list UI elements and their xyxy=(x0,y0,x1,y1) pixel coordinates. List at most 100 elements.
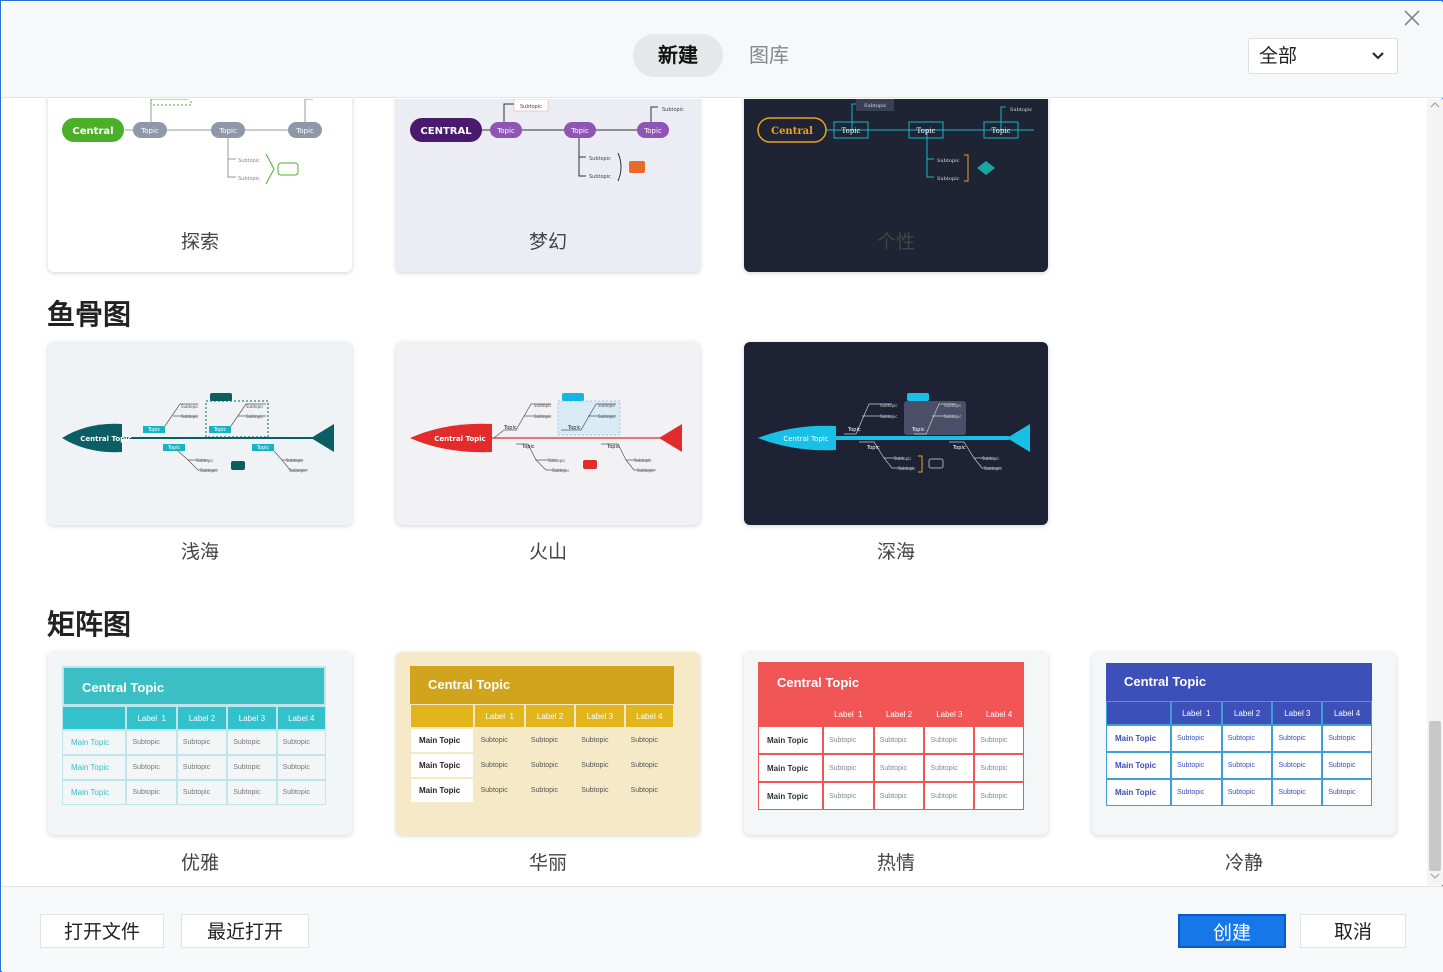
matrix-cell: Subtopic xyxy=(1272,752,1323,779)
matrix-cell: Subtopic xyxy=(176,755,228,780)
matrix-row-topic: Main Topic xyxy=(62,780,127,805)
matrix-central-topic: Central Topic xyxy=(62,666,326,706)
matrix-cell: Subtopic xyxy=(924,754,975,782)
template-label-calm: 冷静 xyxy=(1224,852,1263,874)
category-filter-value: 全部 xyxy=(1259,45,1298,67)
template-label-elegant: 优雅 xyxy=(180,852,219,874)
matrix-cell: Subtopic xyxy=(822,782,874,810)
matrix-cell: Subtopic xyxy=(624,778,674,803)
template-card-shallow-sea[interactable]: Central Topic Topic Topic Topic Topic Su… xyxy=(48,342,352,525)
matrix-corner-cell xyxy=(62,706,127,730)
matrix-cell: Subtopic xyxy=(974,782,1024,810)
scrollbar-thumb[interactable] xyxy=(1429,721,1441,871)
template-label-personal: 个性 xyxy=(876,231,915,253)
svg-text:Subtopic: Subtopic xyxy=(548,458,565,463)
cancel-button[interactable]: 取消 xyxy=(1300,914,1406,948)
svg-text:Subtopic: Subtopic xyxy=(552,468,569,473)
template-card-gorgeous[interactable]: Central Topic Label 1 Label 2 Label 3 Label … xyxy=(396,652,700,835)
svg-text:Subtopic: Subtopic xyxy=(181,414,198,419)
category-filter-select[interactable]: 全部 xyxy=(1248,38,1398,74)
scroll-up-icon[interactable] xyxy=(1430,101,1440,112)
matrix-column-label: Label 1 xyxy=(126,706,177,730)
template-label-dream: 梦幻 xyxy=(528,231,567,253)
dialog-header: 新建 图库 全部 xyxy=(2,2,1443,98)
svg-text:Subtopic: Subtopic xyxy=(1010,107,1033,113)
template-card-volcano[interactable]: Central Topic Topic Topic Topic Topic Su… xyxy=(396,342,700,525)
svg-text:Topic: Topic xyxy=(847,427,861,433)
matrix-cell: Subtopic xyxy=(575,778,625,803)
template-gallery: Central Topic Topic Topic Subtopic Subto… xyxy=(2,99,1426,885)
matrix-row-topic: Main Topic xyxy=(410,728,475,753)
matrix-column-label: Label 2 xyxy=(873,702,925,726)
matrix-column-label: Label 4 xyxy=(974,702,1024,726)
recent-files-button[interactable]: 最近打开 xyxy=(181,914,309,948)
matrix-cell: Subtopic xyxy=(227,730,277,755)
matrix-cell: Subtopic xyxy=(474,728,525,753)
tab-new[interactable]: 新建 xyxy=(633,34,723,77)
svg-text:Subtopic: Subtopic xyxy=(200,468,217,473)
matrix-corner-cell xyxy=(410,704,475,728)
matrix-row-topic: Main Topic xyxy=(1106,725,1171,752)
svg-text:Subtopic: Subtopic xyxy=(944,414,961,419)
scroll-down-icon[interactable] xyxy=(1430,872,1440,883)
svg-text:Topic: Topic xyxy=(567,425,581,431)
matrix-column-label: Label 1 xyxy=(822,702,874,726)
matrix-row: Main Topic Subtopic Subtopic Subtopic Subtop… xyxy=(1106,752,1372,779)
matrix-cell: Subtopic xyxy=(474,753,525,778)
open-file-button[interactable]: 打开文件 xyxy=(40,914,164,948)
svg-text:Topic: Topic xyxy=(496,127,515,135)
template-card-deep-sea[interactable]: Central Topic Topic Topic Topic Topic Su… xyxy=(744,342,1048,525)
matrix-cell: Subtopic xyxy=(822,754,874,782)
matrix-row: Main Topic Subtopic Subtopic Subtopic Subtop… xyxy=(1106,779,1372,806)
svg-text:Central Topic: Central Topic xyxy=(80,435,131,443)
svg-text:Topic: Topic xyxy=(147,427,161,433)
vertical-scrollbar[interactable] xyxy=(1427,99,1443,885)
matrix-cell: Subtopic xyxy=(524,728,576,753)
close-icon[interactable] xyxy=(1400,6,1424,30)
matrix-row-topic: Main Topic xyxy=(1106,752,1171,779)
section-title-fishbone: 鱼骨图 xyxy=(47,298,132,331)
create-button[interactable]: 创建 xyxy=(1178,914,1286,948)
matrix-row: Main Topic Subtopic Subtopic Subtopic Subtop… xyxy=(410,728,674,753)
svg-text:Subtopic: Subtopic xyxy=(637,468,654,473)
matrix-column-label: Label 1 xyxy=(1170,701,1222,725)
matrix-cell: Subtopic xyxy=(126,755,177,780)
matrix-row: Main Topic Subtopic Subtopic Subtopic Subtop… xyxy=(62,755,326,780)
matrix-cell: Subtopic xyxy=(1272,779,1323,806)
svg-text:Topic: Topic xyxy=(917,127,936,135)
matrix-cell: Subtopic xyxy=(624,753,674,778)
svg-text:Subtopic: Subtopic xyxy=(598,414,615,419)
matrix-row: Main Topic Subtopic Subtopic Subtopic Subtop… xyxy=(758,754,1024,782)
svg-text:Topic: Topic xyxy=(256,445,270,451)
template-card-passion[interactable]: Central Topic Label 1 Label 2 Label 3 Label … xyxy=(744,652,1048,835)
matrix-cell: Subtopic xyxy=(126,730,177,755)
matrix-row: Main Topic Subtopic Subtopic Subtopic Subtop… xyxy=(758,782,1024,810)
svg-text:Topic: Topic xyxy=(911,427,925,433)
matrix-column-label: Label 2 xyxy=(176,706,228,730)
svg-text:Topic: Topic xyxy=(295,127,314,135)
matrix-cell: Subtopic xyxy=(1322,725,1372,752)
matrix-cell: Subtopic xyxy=(176,730,228,755)
tab-gallery[interactable]: 图库 xyxy=(732,34,806,77)
svg-text:Subtopic: Subtopic xyxy=(286,458,303,463)
svg-text:Subtopic: Subtopic xyxy=(520,104,542,110)
svg-text:Subtopic: Subtopic xyxy=(894,456,911,461)
matrix-row-topic: Main Topic xyxy=(410,778,475,803)
svg-text:Central: Central xyxy=(771,126,813,137)
matrix-cell: Subtopic xyxy=(474,778,525,803)
svg-text:Subtopic: Subtopic xyxy=(634,458,651,463)
svg-text:Subtopic: Subtopic xyxy=(534,414,551,419)
template-card-calm[interactable]: Central Topic Label 1 Label 2 Label 3 Label … xyxy=(1092,652,1396,835)
template-label-explore: 探索 xyxy=(180,231,219,253)
svg-text:Topic: Topic xyxy=(503,425,517,431)
svg-text:Subtopic: Subtopic xyxy=(589,156,611,162)
matrix-label-row: Label 1 Label 2 Label 3 Label 4 xyxy=(758,702,1024,726)
template-card-elegant[interactable]: Central Topic Label 1 Label 2 Label 3 Label … xyxy=(48,652,352,835)
matrix-cell: Subtopic xyxy=(624,728,674,753)
dialog-footer: 打开文件 最近打开 创建 取消 xyxy=(2,886,1443,972)
matrix-cell: Subtopic xyxy=(524,778,576,803)
matrix-cell: Subtopic xyxy=(1272,725,1323,752)
svg-text:Subtopic: Subtopic xyxy=(944,403,961,408)
svg-text:Subtopic: Subtopic xyxy=(589,174,611,180)
matrix-cell: Subtopic xyxy=(1221,752,1273,779)
